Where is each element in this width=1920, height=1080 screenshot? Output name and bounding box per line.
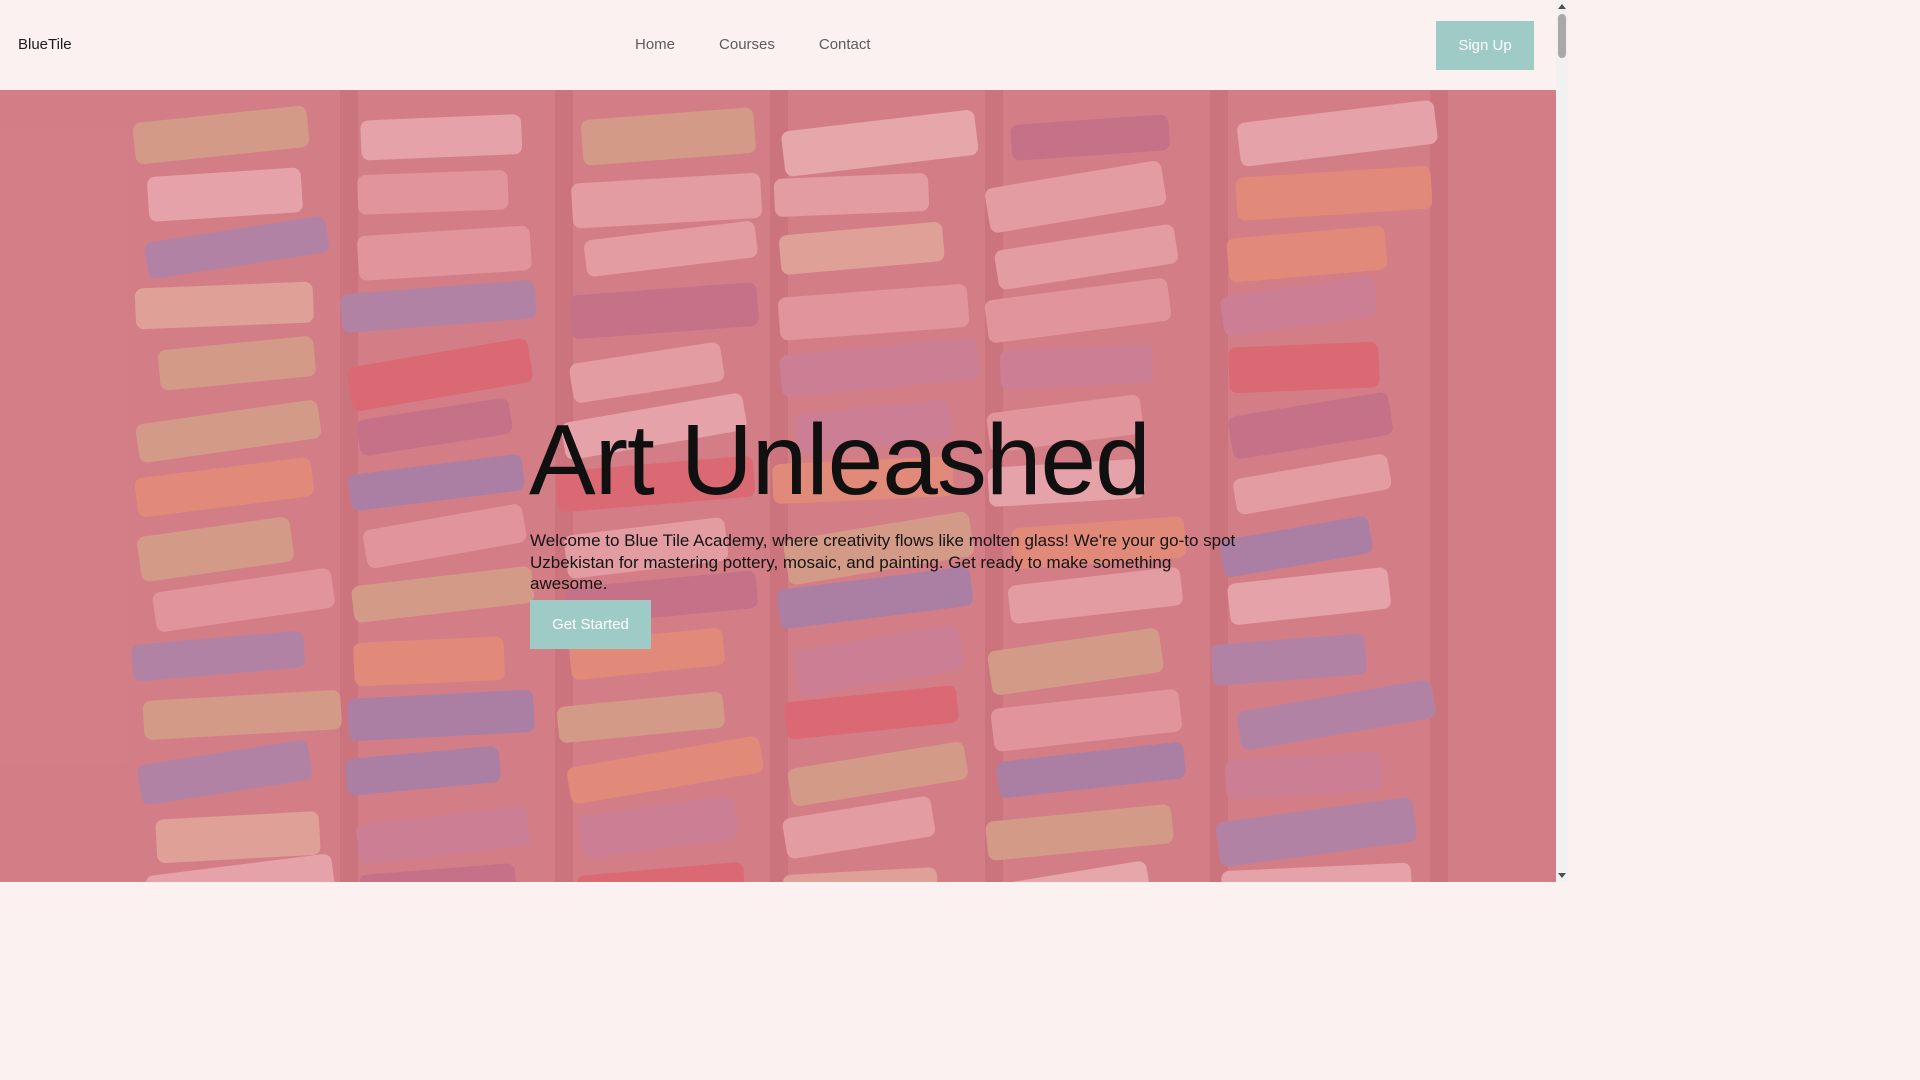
page: BlueTile Home Courses Contact Sign Up Ar… — [0, 0, 1568, 882]
nav-home[interactable]: Home — [613, 35, 697, 55]
scroll-down-arrow-icon[interactable] — [1558, 873, 1566, 878]
sign-up-button[interactable]: Sign Up — [1436, 21, 1534, 70]
hero-description: Welcome to Blue Tile Academy, where crea… — [530, 531, 1236, 593]
get-started-button[interactable]: Get Started — [530, 600, 651, 649]
logo[interactable]: BlueTile — [18, 36, 72, 54]
nav-courses[interactable]: Courses — [697, 35, 797, 55]
site-header: BlueTile Home Courses Contact Sign Up — [0, 0, 1556, 90]
scroll-up-arrow-icon[interactable] — [1558, 4, 1566, 9]
hero-section: Art Unleashed Welcome to Blue Tile Acade… — [0, 90, 1556, 882]
scrollbar-thumb[interactable] — [1558, 14, 1566, 58]
vertical-scrollbar[interactable] — [1556, 0, 1568, 882]
main-nav: Home Courses Contact — [613, 35, 893, 55]
nav-contact[interactable]: Contact — [797, 35, 893, 55]
hero-title: Art Unleashed — [529, 404, 1151, 516]
